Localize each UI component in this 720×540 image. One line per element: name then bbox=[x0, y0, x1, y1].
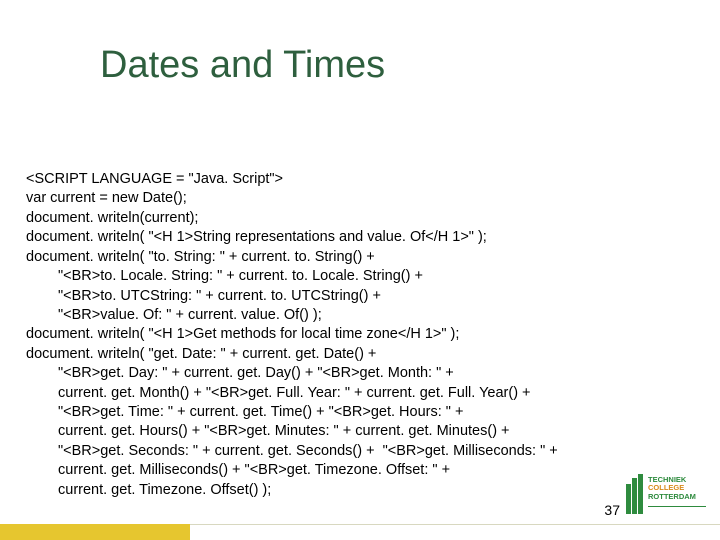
logo-underline bbox=[648, 506, 706, 507]
code-line: "<BR>get. Time: " + current. get. Time()… bbox=[26, 403, 694, 422]
code-line: <SCRIPT LANGUAGE = "Java. Script"> bbox=[26, 170, 694, 189]
footer-accent-bar bbox=[0, 524, 190, 540]
code-line: document. writeln( "<H 1>Get methods for… bbox=[26, 325, 694, 344]
code-line: current. get. Hours() + "<BR>get. Minute… bbox=[26, 422, 694, 441]
slide: Dates and Times <SCRIPT LANGUAGE = "Java… bbox=[0, 0, 720, 540]
code-line: "<BR>get. Day: " + current. get. Day() +… bbox=[26, 364, 694, 383]
code-line: document. writeln(current); bbox=[26, 209, 694, 228]
code-line: "<BR>get. Seconds: " + current. get. Sec… bbox=[26, 442, 694, 461]
code-line: var current = new Date(); bbox=[26, 189, 694, 208]
code-line: current. get. Milliseconds() + "<BR>get.… bbox=[26, 461, 694, 480]
code-line: current. get. Timezone. Offset() ); bbox=[26, 481, 694, 500]
code-line: "<BR>value. Of: " + current. value. Of()… bbox=[26, 306, 694, 325]
logo-text: TECHNIEK COLLEGE ROTTERDAM bbox=[648, 476, 696, 501]
code-line: current. get. Month() + "<BR>get. Full. … bbox=[26, 384, 694, 403]
code-line: document. writeln( "get. Date: " + curre… bbox=[26, 345, 694, 364]
page-number: 37 bbox=[604, 502, 620, 518]
logo: TECHNIEK COLLEGE ROTTERDAM bbox=[626, 468, 710, 520]
code-line: document. writeln( "<H 1>String represen… bbox=[26, 228, 694, 247]
code-line: "<BR>to. UTCString: " + current. to. UTC… bbox=[26, 287, 694, 306]
logo-bars-icon bbox=[626, 474, 644, 514]
code-block: <SCRIPT LANGUAGE = "Java. Script"> var c… bbox=[26, 170, 694, 500]
slide-title: Dates and Times bbox=[100, 44, 385, 87]
logo-line-3: ROTTERDAM bbox=[648, 493, 696, 501]
code-line: document. writeln( "to. String: " + curr… bbox=[26, 248, 694, 267]
code-line: "<BR>to. Locale. String: " + current. to… bbox=[26, 267, 694, 286]
